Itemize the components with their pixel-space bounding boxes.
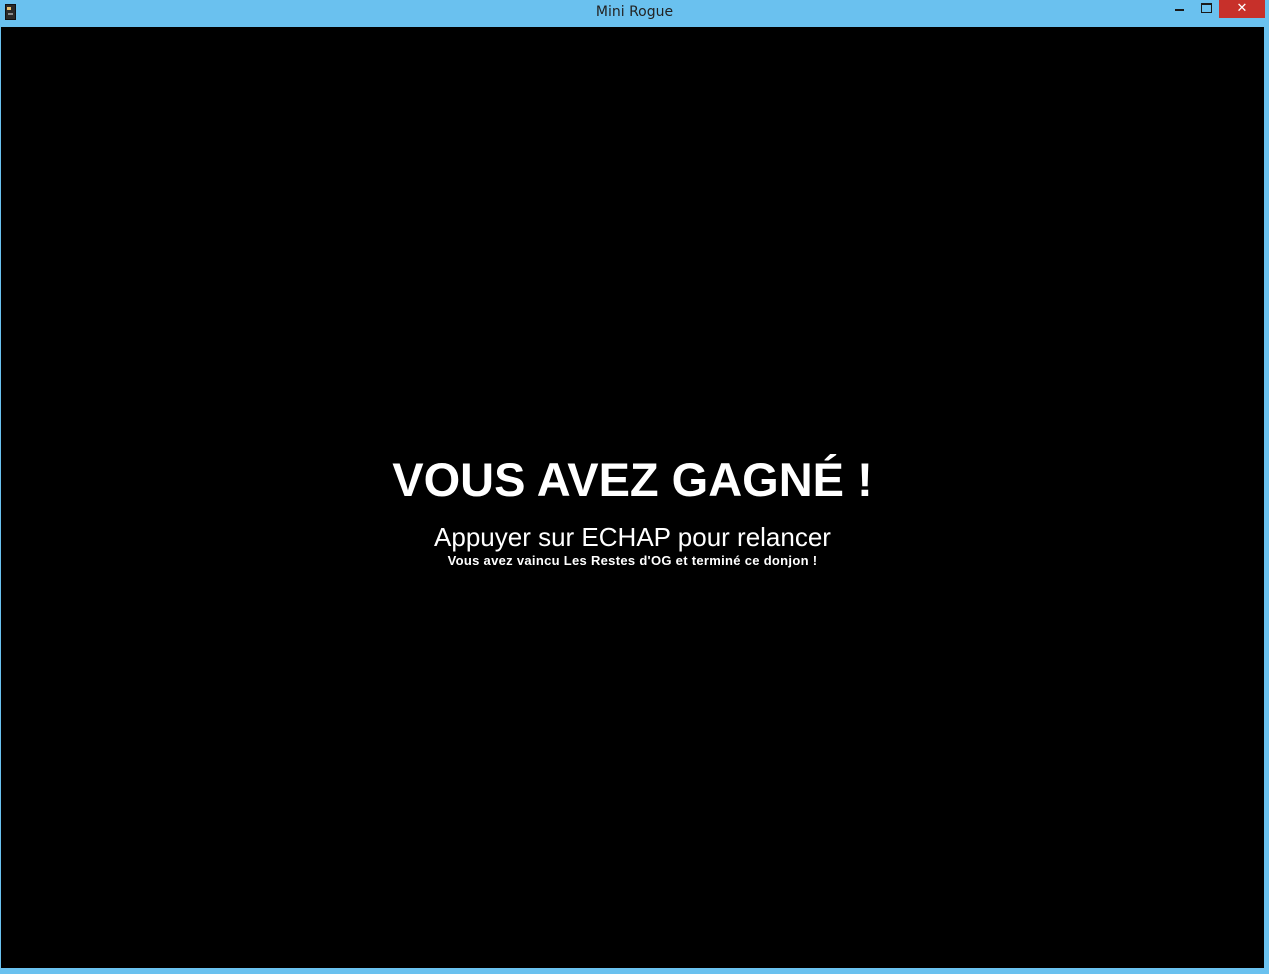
maximize-icon bbox=[1201, 3, 1212, 13]
victory-subtext: Vous avez vaincu Les Restes d'OG et term… bbox=[447, 553, 818, 568]
game-canvas[interactable]: VOUS AVEZ GAGNÉ ! Appuyer sur ECHAP pour… bbox=[1, 27, 1264, 968]
close-button[interactable]: ✕ bbox=[1219, 0, 1265, 18]
restart-prompt: Appuyer sur ECHAP pour relancer bbox=[434, 522, 831, 552]
victory-headline: VOUS AVEZ GAGNÉ ! bbox=[392, 453, 873, 506]
close-icon: ✕ bbox=[1236, 1, 1248, 16]
app-window: Mini Rogue ✕ VOUS AVEZ GAGNÉ ! Appuyer s… bbox=[0, 0, 1269, 974]
window-title: Mini Rogue bbox=[595, 4, 674, 20]
maximize-button[interactable] bbox=[1193, 0, 1219, 18]
title-bar[interactable]: Mini Rogue ✕ bbox=[0, 0, 1269, 26]
minimize-button[interactable] bbox=[1166, 0, 1193, 18]
minimize-icon bbox=[1175, 9, 1184, 11]
